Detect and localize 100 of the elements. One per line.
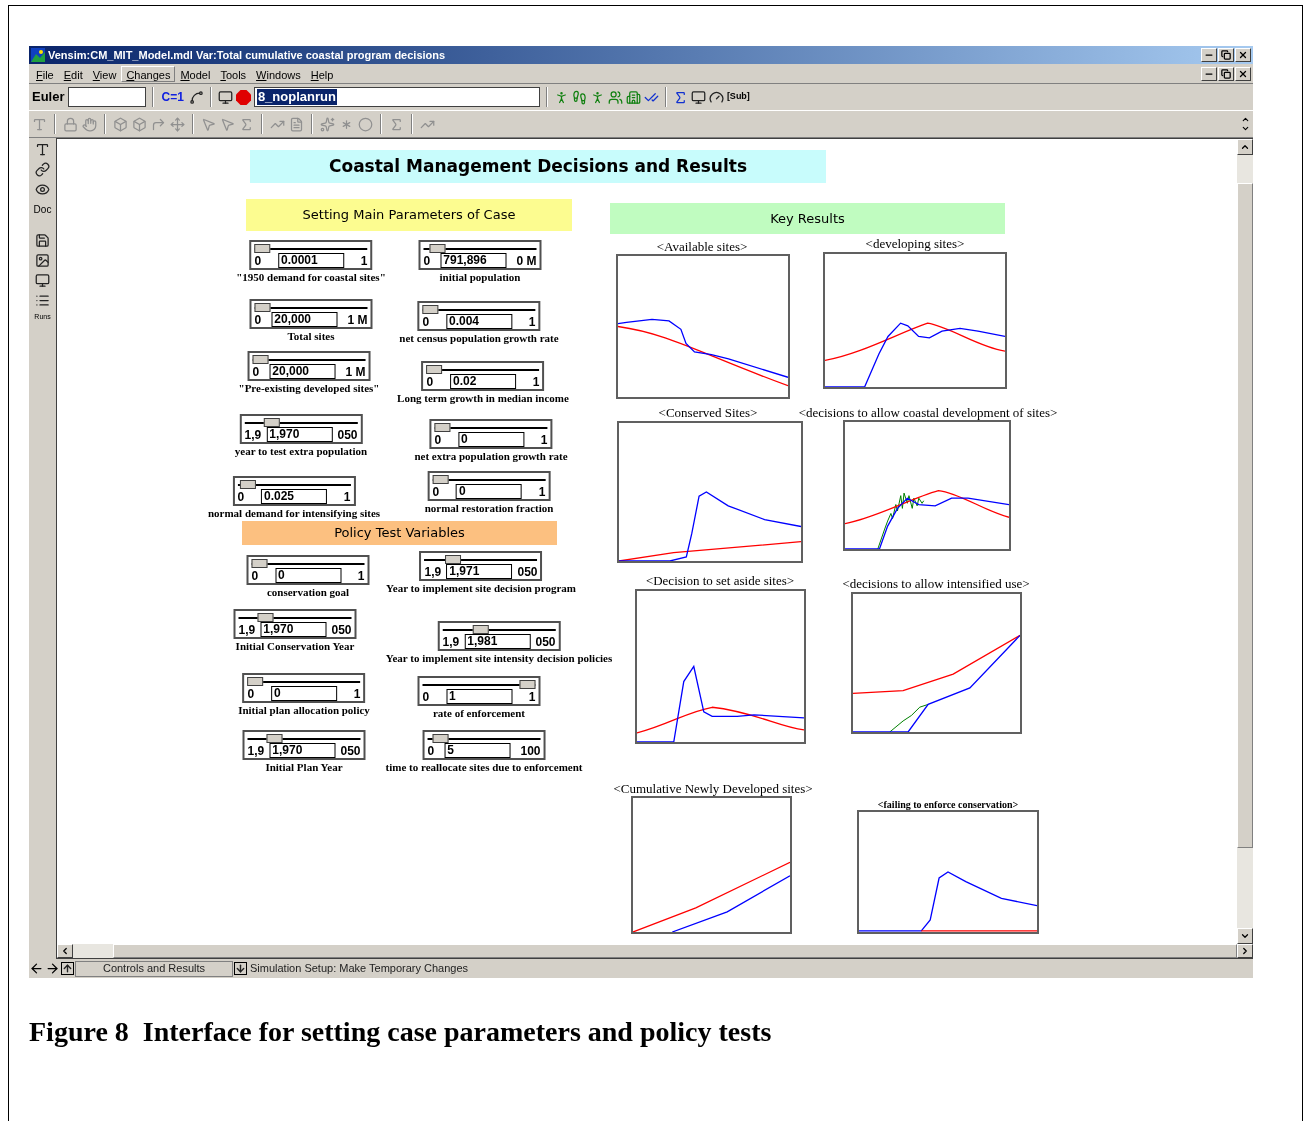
link-icon[interactable] <box>35 162 50 177</box>
minimize-button[interactable] <box>1201 66 1217 81</box>
curve-icon[interactable] <box>188 89 204 105</box>
slider-control[interactable]: 0 0.02 1 <box>421 361 545 391</box>
slider-control[interactable]: 0 791,896 0 M <box>418 240 542 270</box>
list-icon[interactable] <box>35 293 50 308</box>
slider-thumb[interactable] <box>254 303 271 312</box>
value-field[interactable]: 1,971 <box>446 564 513 579</box>
back-icon[interactable] <box>29 961 44 976</box>
slider-control[interactable]: 0 5 100 <box>422 730 546 760</box>
slider-thumb[interactable] <box>429 244 446 253</box>
slider-thumb[interactable] <box>257 613 274 622</box>
close-button[interactable] <box>1235 48 1251 62</box>
slider-control[interactable]: 1,9 1,971 050 <box>419 551 543 581</box>
scroll-down-icon[interactable] <box>1240 931 1250 941</box>
doc-label[interactable]: Doc <box>33 202 52 217</box>
view-name-field[interactable]: Controls and Results <box>75 960 233 977</box>
menu-item[interactable]: Windows <box>251 65 306 82</box>
sub-button[interactable]: [Sub] <box>726 90 750 104</box>
menu-item[interactable]: File <box>31 65 59 82</box>
menu-item[interactable]: View <box>87 65 122 82</box>
slider-control[interactable]: 1,9 1,981 050 <box>437 621 561 651</box>
gauge-icon[interactable] <box>708 89 724 105</box>
slider-thumb[interactable] <box>422 305 439 314</box>
text-icon[interactable] <box>35 142 50 157</box>
value-field[interactable]: 0 <box>271 686 337 701</box>
slider-min: 0 <box>251 570 259 583</box>
building-icon[interactable] <box>625 89 641 105</box>
slider-thumb[interactable] <box>472 625 489 634</box>
slider-thumb[interactable] <box>263 418 280 427</box>
slider-thumb[interactable] <box>266 734 283 743</box>
value-field[interactable]: 20,000 <box>269 364 336 379</box>
value-field[interactable]: 0.025 <box>261 489 327 504</box>
value-field[interactable]: 1 <box>446 689 512 704</box>
horizontal-scrollbar[interactable] <box>57 944 1253 959</box>
chart-title: <decisions to allow intensified use> <box>842 577 1030 591</box>
value-field[interactable]: 0.0001 <box>278 253 344 268</box>
image-icon[interactable] <box>35 253 50 268</box>
save-icon[interactable] <box>35 233 50 248</box>
restore-button[interactable] <box>1218 48 1234 62</box>
slider-control[interactable]: 0 0 1 <box>246 555 370 585</box>
slider-thumb[interactable] <box>251 559 268 568</box>
value-field[interactable]: 0 <box>458 432 524 447</box>
value-field[interactable]: 791,896 <box>440 253 507 268</box>
down-view-icon[interactable] <box>234 962 247 975</box>
value-field[interactable]: 1,970 <box>269 743 336 758</box>
slider-thumb[interactable] <box>432 475 449 484</box>
value-field[interactable]: 1,970 <box>260 622 327 637</box>
value-field[interactable]: 1,981 <box>464 634 531 649</box>
slider-thumb[interactable] <box>434 423 451 432</box>
slider-thumb[interactable] <box>426 365 443 374</box>
slider-control[interactable]: 1,9 1,970 050 <box>233 609 357 639</box>
eye-icon[interactable] <box>35 182 50 197</box>
slider-thumb[interactable] <box>247 677 264 686</box>
slider-control[interactable]: 1,9 1,970 050 <box>239 414 363 444</box>
slider-thumb[interactable] <box>432 734 449 743</box>
slider-max: 1 <box>538 486 546 499</box>
slider-control[interactable]: 0 20,000 1 M <box>249 299 373 329</box>
slider-control[interactable]: 0 0.025 1 <box>232 476 356 506</box>
slider-thumb[interactable] <box>240 480 257 489</box>
menu-item[interactable]: Help <box>305 65 339 82</box>
slider-control[interactable]: 1,9 1,970 050 <box>242 730 366 760</box>
forward-icon[interactable] <box>45 961 60 976</box>
menu-item[interactable]: Tools <box>215 65 252 82</box>
scroll-left-icon[interactable] <box>60 946 70 956</box>
scroll-right-icon[interactable] <box>1240 946 1250 956</box>
value-field[interactable]: 5 <box>444 743 511 758</box>
slider-control[interactable]: 0 20,000 1 M <box>247 351 371 381</box>
value-field[interactable]: 0 <box>275 568 341 583</box>
slider-thumb[interactable] <box>444 555 461 564</box>
scroll-up-icon[interactable] <box>1240 142 1250 152</box>
value-field[interactable]: 0.004 <box>446 314 512 329</box>
restore-button[interactable] <box>1218 66 1234 81</box>
slider-thumb[interactable] <box>519 680 536 689</box>
up-view-icon[interactable] <box>61 962 74 975</box>
screen-icon[interactable] <box>35 273 50 288</box>
slider-control[interactable]: 0 0 1 <box>427 471 551 501</box>
slider-control[interactable]: 0 1 1 <box>417 676 541 706</box>
value-field[interactable]: 0 <box>456 484 522 499</box>
slider-thumb[interactable] <box>254 244 271 253</box>
minimize-button[interactable] <box>1201 48 1217 62</box>
value-field[interactable]: 0.02 <box>450 374 516 389</box>
value-field[interactable]: 1,970 <box>266 427 333 442</box>
slider-control[interactable]: 0 0 1 <box>429 419 553 449</box>
run-name-field[interactable]: 8_noplanrun <box>253 87 540 107</box>
menu-item[interactable]: Changes <box>121 65 176 82</box>
slider-control[interactable]: 0 0.0001 1 <box>249 240 373 270</box>
slider-control[interactable]: 0 0.004 1 <box>417 301 541 331</box>
slider-thumb[interactable] <box>252 355 269 364</box>
status-message: Simulation Setup: Make Temporary Changes <box>250 961 469 977</box>
menu-item[interactable]: Model <box>175 65 216 82</box>
close-button[interactable] <box>1235 66 1251 81</box>
slider-label: normal demand for intensifying sites <box>207 507 381 520</box>
menu-item[interactable]: Edit <box>58 65 88 82</box>
time-step-field[interactable] <box>67 87 146 107</box>
people-icon[interactable] <box>607 89 623 105</box>
constant-button[interactable]: C=1 <box>159 88 186 106</box>
vertical-scrollbar[interactable] <box>1237 139 1253 944</box>
value-field[interactable]: 20,000 <box>271 312 338 327</box>
slider-control[interactable]: 0 0 1 <box>242 673 366 703</box>
